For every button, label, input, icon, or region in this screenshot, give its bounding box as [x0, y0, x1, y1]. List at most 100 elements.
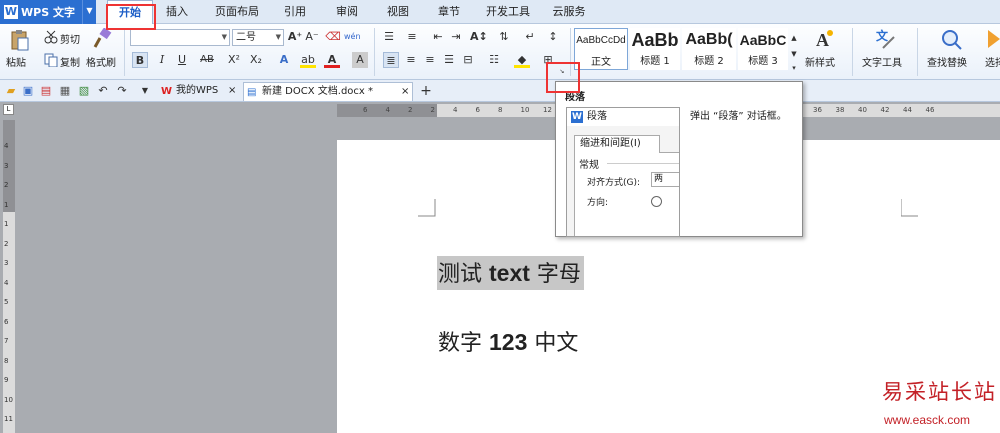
- find-replace-button[interactable]: 查找替换: [927, 54, 967, 69]
- close-icon[interactable]: ×: [401, 83, 409, 101]
- cut-button[interactable]: 剪切: [60, 31, 80, 46]
- ruler-number: 6: [475, 106, 480, 114]
- clear-format-icon[interactable]: ⌫: [325, 29, 341, 45]
- highlight-color-icon[interactable]: ab: [300, 52, 316, 68]
- scissors-icon: [44, 30, 58, 44]
- tab-stop-selector[interactable]: L: [3, 104, 14, 115]
- align-center-icon[interactable]: ≡: [403, 52, 419, 68]
- app-menu-button[interactable]: W WPS 文字 ▼: [0, 0, 96, 24]
- paragraph-shading-icon[interactable]: ◆: [514, 52, 530, 68]
- ruler-number: 5: [4, 298, 9, 306]
- tab-view[interactable]: 视图: [381, 0, 415, 24]
- distributed-icon[interactable]: ⊟: [460, 52, 476, 68]
- styles-more-icon[interactable]: ▾: [789, 60, 799, 76]
- show-marks-icon[interactable]: ↵: [522, 29, 538, 45]
- open-folder-icon[interactable]: ▰: [3, 83, 19, 99]
- app-menu-dropdown-icon[interactable]: ▼: [82, 0, 96, 24]
- superscript-icon[interactable]: X²: [226, 52, 242, 68]
- strikethrough-icon[interactable]: AB: [199, 52, 215, 68]
- ruler-number: 12: [543, 106, 552, 114]
- copy-button[interactable]: 复制: [60, 54, 80, 69]
- vertical-ruler[interactable]: 4321123456789101112: [3, 120, 15, 433]
- bold-icon[interactable]: B: [132, 52, 148, 68]
- text-tools-button[interactable]: 文字工具: [862, 54, 902, 69]
- new-style-button[interactable]: 新样式: [805, 54, 835, 69]
- shrink-font-icon[interactable]: A⁻: [304, 29, 320, 45]
- paragraph-tooltip: 段落 弹出 “段落” 对话框。 段落 W 缩进和间距(I) 常规 对齐方式(G)…: [555, 81, 803, 237]
- text-effect-icon[interactable]: A: [276, 52, 292, 68]
- decrease-indent-icon[interactable]: ⇤: [430, 29, 446, 45]
- ruler-number: 10: [520, 106, 530, 114]
- ruler-number: 7: [4, 337, 9, 345]
- customize-toolbar-icon[interactable]: ▼: [137, 83, 153, 99]
- chevron-down-icon: ▼: [221, 33, 227, 41]
- increase-indent-icon[interactable]: ⇥: [448, 29, 464, 45]
- tooltip-description: 弹出 “段落” 对话框。: [690, 111, 787, 122]
- paste-icon[interactable]: [10, 29, 30, 51]
- tab-review[interactable]: 审阅: [330, 0, 364, 24]
- character-shading-icon[interactable]: A: [352, 52, 368, 68]
- undo-icon[interactable]: ↶: [95, 83, 111, 99]
- tab-my-wps[interactable]: W 我的WPS ×: [158, 82, 240, 101]
- italic-icon[interactable]: I: [154, 52, 170, 68]
- font-size-value: 二号: [236, 32, 256, 43]
- quick-access-toolbar: ▰ ▣ ▤ ▦ ▧ ↶ ↷ ▼ W 我的WPS × ▤ 新建 DOCX 文档.d…: [0, 80, 1000, 102]
- tab-page-layout[interactable]: 页面布局: [207, 0, 267, 24]
- text-direction-icon[interactable]: A↕: [470, 29, 488, 45]
- ruler-number: 1: [4, 200, 9, 209]
- grow-font-icon[interactable]: A⁺: [287, 29, 303, 45]
- redo-icon[interactable]: ↷: [114, 83, 130, 99]
- select-button[interactable]: 选择: [985, 54, 1000, 69]
- tab-developer[interactable]: 开发工具: [483, 0, 533, 24]
- font-size-combo[interactable]: 二号 ▼: [232, 29, 284, 46]
- style-heading-2[interactable]: AaBb( 标题 2: [682, 28, 736, 70]
- styles-scroll-up-icon[interactable]: ▲: [789, 30, 799, 46]
- phonetic-guide-icon[interactable]: wén: [344, 29, 361, 45]
- sort-icon[interactable]: ⇅: [496, 29, 512, 45]
- close-icon[interactable]: ×: [228, 82, 236, 100]
- format-painter-icon[interactable]: [92, 28, 112, 50]
- align-left-icon[interactable]: ≣: [383, 52, 399, 68]
- tab-chapter[interactable]: 章节: [432, 0, 466, 24]
- wps-logo-icon: W: [161, 86, 173, 97]
- style-heading-1[interactable]: AaBb 标题 1: [630, 28, 680, 70]
- line-spacing-menu-icon[interactable]: ☷: [486, 52, 502, 68]
- underline-icon[interactable]: U: [174, 52, 190, 68]
- tab-cloud[interactable]: 云服务: [547, 0, 591, 24]
- font-name-combo[interactable]: ▼: [130, 29, 230, 46]
- new-tab-icon[interactable]: +: [418, 83, 434, 99]
- document-line[interactable]: 数字 123 中文: [438, 325, 578, 359]
- paragraph-dialog-preview: 段落 W 缩进和间距(I) 常规 对齐方式(G): 两 方向:: [566, 107, 680, 237]
- text-tools-icon[interactable]: 文: [875, 28, 897, 50]
- bullets-icon[interactable]: ☰: [381, 29, 397, 45]
- copy-icon: [44, 53, 58, 67]
- print-preview-icon[interactable]: ▧: [76, 83, 92, 99]
- tab-document[interactable]: ▤ 新建 DOCX 文档.docx * ×: [243, 82, 413, 101]
- align-right-icon[interactable]: ≡: [422, 52, 438, 68]
- highlight-home-tab: [106, 4, 156, 30]
- justify-icon[interactable]: ☰: [441, 52, 457, 68]
- ruler-number: 9: [4, 376, 9, 384]
- document-line-selected[interactable]: 测试 text 字母: [437, 256, 584, 290]
- style-heading-3[interactable]: AaBbC 标题 3: [738, 28, 788, 70]
- paste-button[interactable]: 粘贴: [6, 54, 26, 69]
- direction-label: 方向:: [587, 198, 609, 208]
- select-icon[interactable]: [988, 30, 1000, 50]
- dialog-title: 段落: [567, 108, 679, 126]
- export-pdf-icon[interactable]: ▤: [38, 83, 54, 99]
- save-icon[interactable]: ▣: [20, 83, 36, 99]
- format-painter-button[interactable]: 格式刷: [86, 54, 116, 69]
- chevron-down-icon: ▼: [275, 33, 281, 41]
- tab-references[interactable]: 引用: [278, 0, 312, 24]
- line-spacing-icon[interactable]: ↕: [545, 29, 561, 45]
- ruler-number: 38: [835, 106, 845, 114]
- crop-mark-top-right: [901, 199, 918, 217]
- subscript-icon[interactable]: X₂: [248, 52, 264, 68]
- font-color-icon[interactable]: A: [324, 52, 340, 68]
- print-icon[interactable]: ▦: [57, 83, 73, 99]
- numbering-icon[interactable]: ≡: [404, 29, 420, 45]
- new-style-icon[interactable]: A: [813, 28, 835, 50]
- tab-insert[interactable]: 插入: [160, 0, 194, 24]
- find-replace-icon[interactable]: [940, 28, 962, 50]
- style-normal[interactable]: AaBbCcDd 正文: [574, 28, 628, 70]
